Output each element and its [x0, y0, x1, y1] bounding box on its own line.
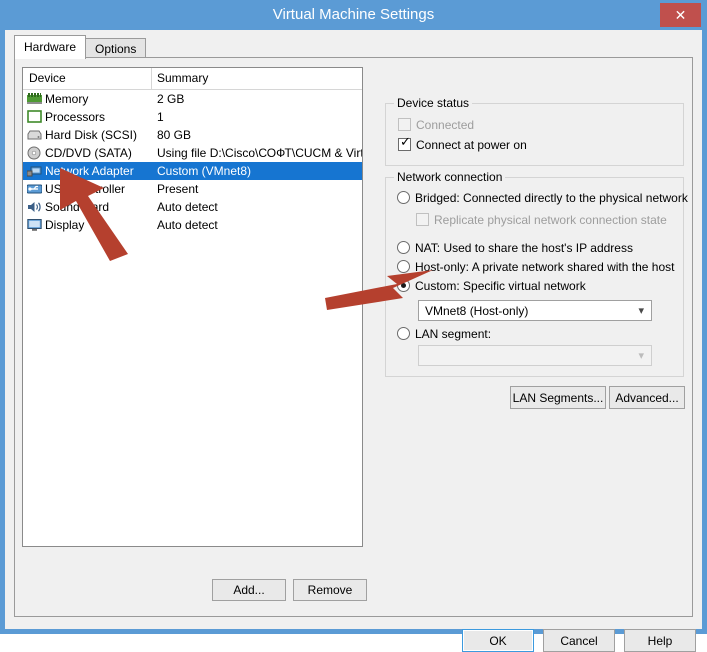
remove-button[interactable]: Remove [293, 579, 367, 601]
device-summary: 2 GB [157, 92, 185, 106]
radio-host-only[interactable] [397, 260, 410, 273]
device-name: Memory [45, 92, 89, 106]
memory-icon [27, 92, 42, 106]
device-row-network-adapter[interactable]: Network Adapter Custom (VMnet8) [23, 162, 362, 180]
replicate-state-checkbox [416, 213, 429, 226]
column-header-device[interactable]: Device [29, 71, 66, 85]
replicate-state-label: Replicate physical network connection st… [434, 213, 667, 227]
device-summary: 1 [157, 110, 164, 124]
cd-dvd-icon [27, 146, 42, 160]
device-summary: 80 GB [157, 128, 192, 142]
tab-strip: Hardware Options [14, 35, 693, 59]
device-list-header: Device Summary [23, 68, 362, 90]
device-row-sound-card[interactable]: Sound Card Auto detect [23, 198, 362, 216]
column-header-summary[interactable]: Summary [157, 71, 208, 85]
checkmark-icon: ✓ [400, 135, 411, 150]
device-name: Display [45, 218, 85, 232]
device-summary: Present [157, 182, 199, 196]
device-list[interactable]: Device Summary Memory 2 GB Processors 1 Hard… [22, 67, 363, 547]
processor-icon [27, 110, 42, 124]
help-button[interactable]: Help [624, 629, 696, 652]
device-row-memory[interactable]: Memory 2 GB [23, 90, 362, 108]
radio-selected-dot [401, 283, 406, 288]
device-row-usb-controller[interactable]: USB Controller Present [23, 180, 362, 198]
chevron-down-icon: ▾ [638, 304, 644, 317]
device-row-cd-dvd-sata[interactable]: CD/DVD (SATA) Using file D:\Cisco\СОФТ\CU… [23, 144, 362, 162]
column-divider [151, 68, 152, 89]
radio-custom-label[interactable]: Custom: Specific virtual network [415, 279, 586, 293]
radio-custom[interactable] [397, 279, 410, 292]
tab-options[interactable]: Options [85, 38, 147, 58]
sound-card-icon [27, 200, 42, 214]
device-row-display[interactable]: Display Auto detect [23, 216, 362, 234]
device-name: Hard Disk (SCSI) [45, 128, 138, 142]
radio-host-only-label[interactable]: Host-only: A private network shared with… [415, 260, 674, 274]
close-icon[interactable]: ✕ [660, 3, 701, 27]
device-status-group-label: Device status [394, 96, 473, 110]
device-rows: Memory 2 GB Processors 1 Hard Disk (SCSI) 80 … [23, 90, 362, 234]
radio-nat[interactable] [397, 241, 410, 254]
chevron-down-icon-disabled: ▾ [638, 349, 644, 362]
device-name: Network Adapter [45, 164, 134, 178]
dialog-body: Hardware Options Device Summary Memory 2 … [5, 30, 702, 652]
advanced-button[interactable]: Advanced... [609, 386, 685, 409]
device-summary: Custom (VMnet8) [157, 164, 252, 178]
custom-network-value: VMnet8 (Host-only) [425, 304, 529, 318]
device-summary: Auto detect [157, 218, 218, 232]
lan-segments-button[interactable]: LAN Segments... [510, 386, 606, 409]
device-row-processors[interactable]: Processors 1 [23, 108, 362, 126]
radio-bridged[interactable] [397, 191, 410, 204]
device-name: Processors [45, 110, 106, 124]
hard-disk-icon [27, 128, 42, 142]
network-adapter-icon [26, 164, 42, 178]
radio-nat-label[interactable]: NAT: Used to share the host's IP address [415, 241, 633, 255]
device-status-group: Device status [385, 96, 684, 166]
connect-at-power-on-label[interactable]: Connect at power on [416, 138, 527, 152]
custom-network-dropdown[interactable]: VMnet8 (Host-only) ▾ [418, 300, 652, 321]
display-icon [27, 218, 42, 232]
radio-bridged-label[interactable]: Bridged: Connected directly to the physi… [415, 191, 688, 205]
device-row-hard-disk-scsi[interactable]: Hard Disk (SCSI) 80 GB [23, 126, 362, 144]
connected-checkbox [398, 118, 411, 131]
cancel-button[interactable]: Cancel [543, 629, 615, 652]
device-name: CD/DVD (SATA) [45, 146, 132, 160]
connect-at-power-on-checkbox[interactable]: ✓ [398, 135, 411, 151]
radio-lan-segment[interactable] [397, 327, 410, 340]
virtual-machine-settings-window: Virtual Machine Settings ✕ Hardware Opti… [0, 0, 707, 652]
window-title: Virtual Machine Settings [272, 6, 435, 23]
device-name: USB Controller [45, 182, 126, 196]
radio-lan-segment-label[interactable]: LAN segment: [415, 327, 491, 341]
title-bar: Virtual Machine Settings ✕ [0, 0, 707, 30]
network-connection-group-label: Network connection [394, 170, 506, 184]
connected-label: Connected [416, 118, 475, 132]
usb-controller-icon [26, 182, 43, 196]
ok-button[interactable]: OK [462, 629, 534, 652]
add-button[interactable]: Add... [212, 579, 286, 601]
tab-hardware[interactable]: Hardware [14, 35, 87, 59]
device-name: Sound Card [45, 200, 110, 214]
device-summary: Using file D:\Cisco\СОФТ\CUCM & Virtu… [157, 146, 363, 160]
lan-segment-dropdown: ▾ [418, 345, 652, 366]
device-summary: Auto detect [157, 200, 218, 214]
